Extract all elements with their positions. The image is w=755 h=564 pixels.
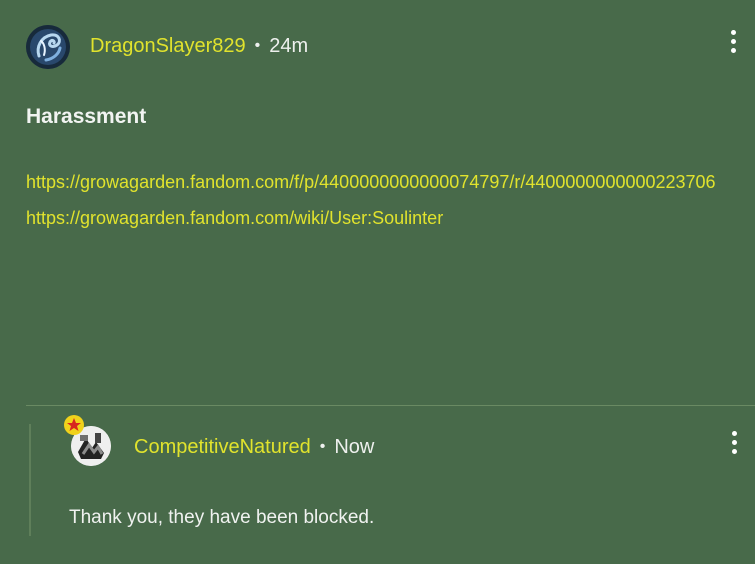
reply-text: Thank you, they have been blocked. xyxy=(69,507,375,528)
post-body: https://growagarden.fandom.com/f/p/44000… xyxy=(26,164,726,236)
post-author-username[interactable]: DragonSlayer829 xyxy=(90,34,246,58)
more-vertical-icon xyxy=(731,448,737,454)
more-vertical-icon xyxy=(730,47,736,53)
more-vertical-icon xyxy=(730,38,736,44)
more-vertical-icon xyxy=(731,439,737,445)
reply-thread-rail xyxy=(29,424,31,536)
admin-star-badge-icon xyxy=(63,414,85,436)
post-link[interactable]: https://growagarden.fandom.com/f/p/44000… xyxy=(26,164,726,200)
more-vertical-icon xyxy=(731,430,737,436)
reply-author-username[interactable]: CompetitiveNatured xyxy=(134,435,311,459)
reply-header: CompetitiveNatured • Now xyxy=(134,435,374,459)
more-vertical-icon xyxy=(730,29,736,35)
reply-more-options-button[interactable] xyxy=(722,426,746,458)
post-timestamp: 24m xyxy=(269,35,309,57)
reply-timestamp: Now xyxy=(334,436,375,458)
post-title: Harassment xyxy=(26,105,147,128)
dragon-avatar-icon[interactable] xyxy=(26,25,70,69)
reply-item: CompetitiveNatured • Now Thank you, they… xyxy=(26,406,755,564)
meta-separator-icon: • xyxy=(319,438,326,455)
discussion-post: DragonSlayer829 • 24m Harassment https:/… xyxy=(0,0,755,405)
dragon-avatar-image xyxy=(26,25,70,69)
post-header: DragonSlayer829 • 24m xyxy=(90,34,308,58)
post-more-options-button[interactable] xyxy=(721,25,745,57)
meta-separator-icon: • xyxy=(254,37,261,54)
post-link[interactable]: https://growagarden.fandom.com/wiki/User… xyxy=(26,200,726,236)
